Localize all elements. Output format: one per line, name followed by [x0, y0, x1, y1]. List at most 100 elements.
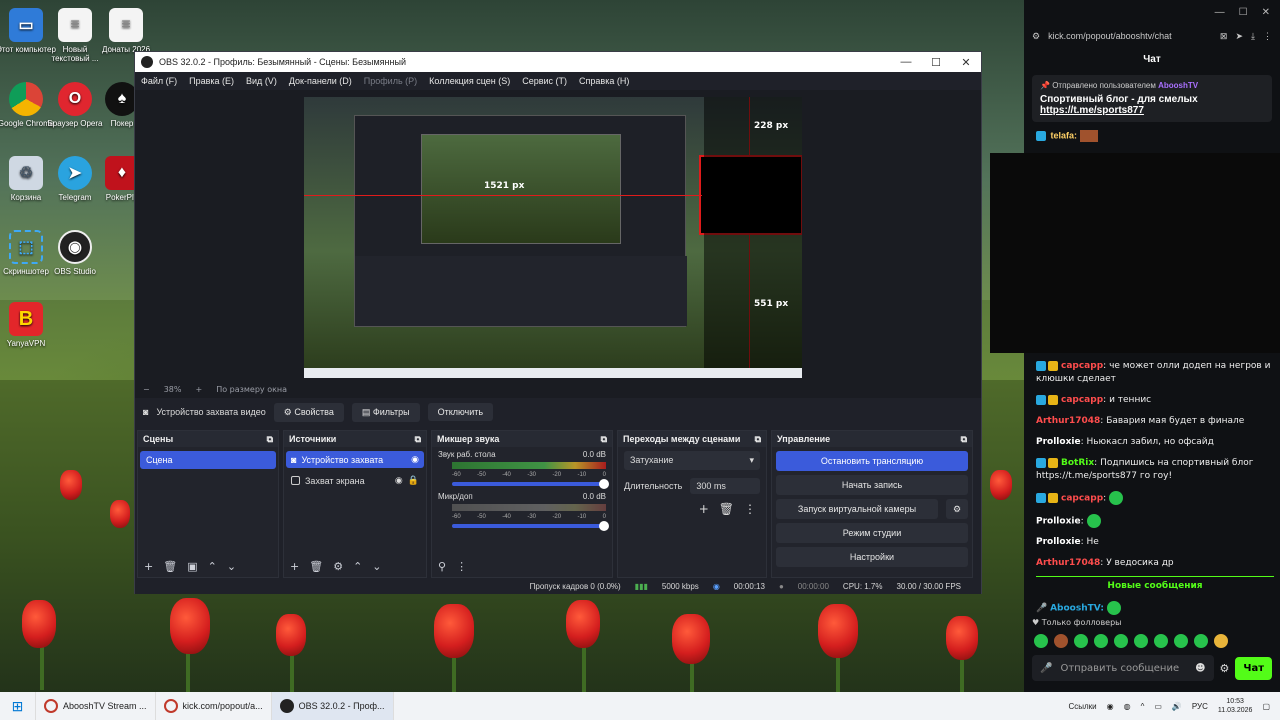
translate-icon[interactable]: ⊠ [1220, 31, 1228, 42]
trash-icon[interactable]: 🗑 [163, 560, 177, 573]
menu-profile[interactable]: Профиль (P) [364, 76, 417, 86]
chevron-up-icon[interactable]: ⌃ [353, 560, 362, 573]
minimize-button[interactable]: — [891, 56, 921, 68]
menu-edit[interactable]: Правка (E) [189, 76, 234, 86]
link-icon[interactable]: ⚲ [438, 560, 446, 573]
emote-icon[interactable] [1054, 634, 1068, 648]
emote-icon[interactable] [1194, 634, 1208, 648]
zoom-fit-dropdown[interactable]: По размеру окна [216, 385, 287, 394]
studio-mode-button[interactable]: Режим студии [776, 523, 968, 543]
url-text[interactable]: kick.com/popout/abooshtv/chat [1048, 31, 1212, 41]
chevron-up-icon[interactable]: ⌃ [208, 560, 217, 573]
obs-tray-icon[interactable]: ◉ [1107, 702, 1114, 711]
share-icon[interactable]: ➤ [1235, 31, 1243, 42]
emote-icon[interactable] [1114, 634, 1128, 648]
new-messages-divider[interactable]: Новые сообщения [1036, 576, 1274, 595]
site-settings-icon[interactable]: ⚙ [1032, 31, 1040, 42]
windows-start-icon[interactable]: ⊞ [0, 692, 36, 720]
undock-icon[interactable]: ⧉ [267, 434, 273, 445]
links-toolbar[interactable]: Ссылки [1068, 702, 1096, 711]
volume-slider[interactable] [452, 479, 609, 489]
emote-icon[interactable] [1094, 634, 1108, 648]
eye-icon[interactable]: ◉ [395, 475, 403, 486]
maximize-button[interactable]: ☐ [1239, 7, 1248, 18]
controls-dock-title: Управление [777, 434, 831, 444]
pinned-link[interactable]: https://t.me/sports877 [1040, 105, 1264, 116]
emote-icon[interactable] [1174, 634, 1188, 648]
source-item[interactable]: Захват экрана ◉ 🔒 [286, 472, 424, 489]
more-icon[interactable]: ⋮ [744, 502, 756, 516]
chevron-down-icon[interactable]: ⌄ [372, 560, 381, 573]
menu-help[interactable]: Справка (H) [579, 76, 629, 86]
preview-canvas[interactable]: 1521 px 228 px 551 px [304, 97, 802, 378]
minimize-button[interactable]: — [1215, 7, 1225, 18]
taskbar-item-kick[interactable]: kick.com/popout/a... [156, 692, 272, 720]
desktop-icon-donations[interactable]: ≡ Донаты 2026 [96, 8, 156, 54]
menu-scene-collection[interactable]: Коллекция сцен (S) [429, 76, 510, 86]
desktop-icon-obs[interactable]: ◉ OBS Studio [45, 230, 105, 276]
emote-icon[interactable] [1214, 634, 1228, 648]
network-icon[interactable]: ▭ [1154, 702, 1162, 711]
lock-icon[interactable]: 🔒 [408, 475, 419, 486]
slider-knob[interactable] [599, 479, 609, 489]
nested-chat-capture [704, 97, 802, 378]
menu-icon[interactable]: ⋮ [1263, 31, 1272, 42]
source-item[interactable]: ◙ Устройство захвата ◉ [286, 451, 424, 468]
download-icon[interactable]: ⤓ [1251, 31, 1255, 42]
disconnect-button[interactable]: Отключить [427, 403, 494, 421]
stop-stream-button[interactable]: Остановить трансляцию [776, 451, 968, 471]
scene-item[interactable]: Сцена [140, 451, 276, 469]
chevron-down-icon[interactable]: ⌄ [227, 560, 236, 573]
add-icon[interactable]: + [699, 502, 709, 516]
filters-button[interactable]: ▤ Фильтры [351, 402, 420, 422]
steam-icon[interactable]: ◍ [1124, 702, 1131, 711]
trash-icon[interactable]: 🗑 [309, 560, 323, 573]
duration-input[interactable]: 300 ms [690, 478, 760, 494]
lang-indicator[interactable]: РУС [1192, 702, 1208, 711]
clock[interactable]: 10:53 11.03.2026 [1218, 697, 1253, 715]
emote-icon[interactable] [1154, 634, 1168, 648]
desktop-icon-vpn[interactable]: B YanyaVPN [0, 302, 56, 348]
menu-view[interactable]: Вид (V) [246, 76, 277, 86]
slider-knob[interactable] [599, 521, 609, 531]
transition-select[interactable]: Затухание ▾ [624, 451, 760, 470]
show-hidden-icon[interactable]: ^ [1141, 702, 1145, 711]
menu-docks[interactable]: Док-панели (D) [289, 76, 352, 86]
eye-icon[interactable]: ◉ [411, 454, 419, 465]
add-icon[interactable]: + [144, 560, 153, 573]
settings-button[interactable]: Настройки [776, 547, 968, 567]
undock-icon[interactable]: ⧉ [415, 434, 421, 445]
undock-icon[interactable]: ⧉ [755, 434, 761, 445]
volume-slider[interactable] [452, 521, 609, 531]
zoom-in-button[interactable]: + [195, 385, 202, 394]
send-chat-button[interactable]: Чат [1235, 656, 1272, 680]
start-record-button[interactable]: Начать запись [776, 475, 968, 495]
virtual-camera-button[interactable]: Запуск виртуальной камеры [776, 499, 938, 519]
filter-icon[interactable]: ▣ [187, 560, 197, 573]
pinned-message[interactable]: 📌 Отправлено пользователем AbooshTV Спор… [1032, 75, 1272, 122]
gear-icon[interactable]: ⚙ [333, 560, 343, 573]
emote-icon[interactable] [1074, 634, 1088, 648]
undock-icon[interactable]: ⧉ [961, 434, 967, 445]
close-button[interactable]: ✕ [951, 56, 981, 69]
emoji-icon[interactable]: ☻ [1195, 663, 1205, 674]
volume-icon[interactable]: 🔊 [1172, 702, 1182, 711]
notifications-icon[interactable]: ▢ [1262, 702, 1270, 711]
gear-icon[interactable]: ⚙ [1220, 662, 1230, 675]
undock-icon[interactable]: ⧉ [601, 434, 607, 445]
add-icon[interactable]: + [290, 560, 299, 573]
emote-icon[interactable] [1134, 634, 1148, 648]
properties-button[interactable]: ⚙ Свойства [273, 402, 344, 422]
trash-icon[interactable]: 🗑 [719, 502, 734, 516]
maximize-button[interactable]: ☐ [921, 56, 951, 69]
menu-file[interactable]: Файл (F) [141, 76, 177, 86]
message-input[interactable]: 🎤 Отправить сообщение ☻ [1032, 655, 1214, 681]
gear-icon[interactable]: ⚙ [946, 499, 968, 519]
close-button[interactable]: ✕ [1262, 7, 1270, 18]
more-icon[interactable]: ⋮ [456, 560, 467, 573]
menu-tools[interactable]: Сервис (T) [522, 76, 567, 86]
emote-icon[interactable] [1034, 634, 1048, 648]
taskbar-item-stream[interactable]: AbooshTV Stream ... [36, 692, 156, 720]
zoom-out-button[interactable]: − [143, 385, 150, 394]
taskbar-item-obs[interactable]: OBS 32.0.2 - Проф... [271, 692, 394, 720]
